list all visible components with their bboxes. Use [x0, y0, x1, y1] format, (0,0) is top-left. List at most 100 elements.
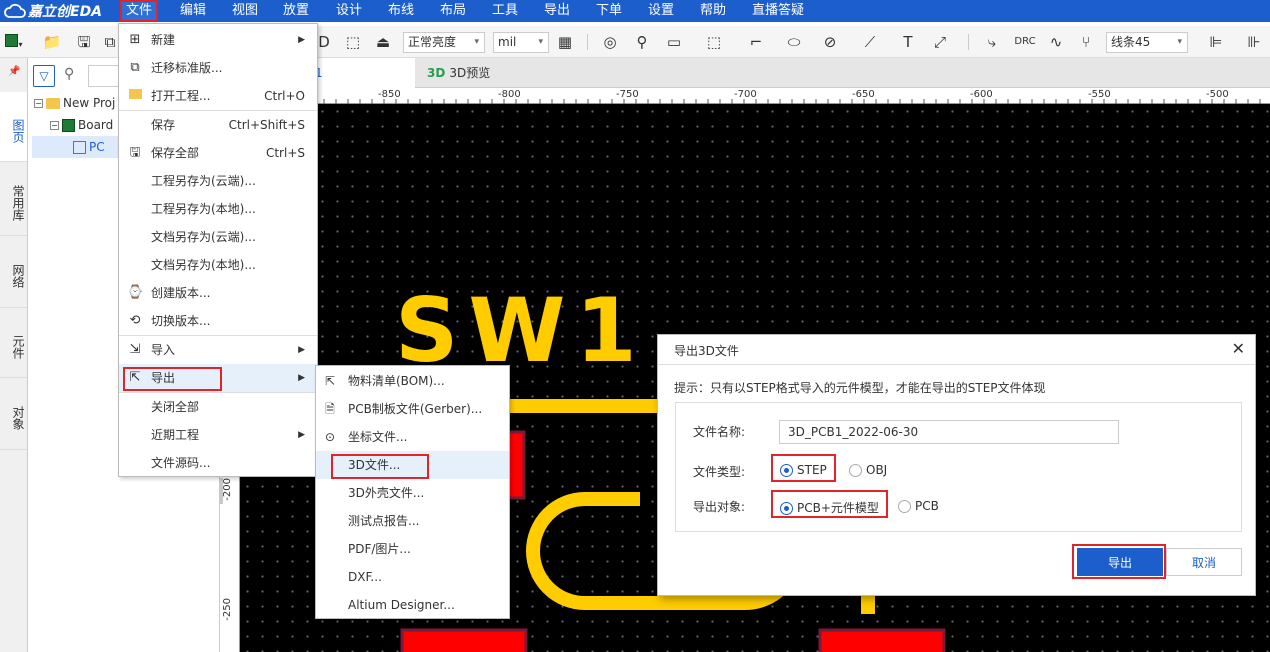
tab-components[interactable]: 元件 — [0, 308, 27, 378]
ruler-label: -800 — [498, 89, 521, 100]
export-item-test-point-report[interactable]: 测试点报告... — [316, 507, 509, 535]
tab-nets[interactable]: 网络 — [0, 236, 27, 308]
app-logo-text: 嘉立创EDA — [28, 4, 103, 20]
export-item-gerber[interactable]: 🗎 PCB制板文件(Gerber)... — [316, 395, 509, 423]
align-icon[interactable]: ⊫ — [1206, 32, 1226, 52]
menu-layout[interactable]: 布局 — [440, 0, 466, 22]
menu-item-doc-save-as-cloud[interactable]: 文档另存为(云端)... — [119, 223, 317, 251]
export-item-bom[interactable]: ⇱ 物料清单(BOM)... — [316, 367, 509, 395]
open-folder-icon[interactable]: 📁 — [42, 32, 62, 52]
menu-view[interactable]: 视图 — [232, 0, 258, 22]
folder-icon — [46, 98, 60, 109]
menu-item-save-all[interactable]: 🖫 保存全部 Ctrl+S — [119, 139, 317, 167]
text-tool-icon[interactable]: T — [898, 32, 918, 52]
grid-icon[interactable]: ▦ — [555, 32, 575, 52]
menu-settings[interactable]: 设置 — [648, 0, 674, 22]
tab-common-library[interactable]: 常用库 — [0, 162, 27, 236]
menu-item-migrate[interactable]: ⧉ 迁移标准版... — [119, 54, 317, 82]
gerber-file-icon: 🗎 — [325, 402, 335, 416]
menu-item-new[interactable]: ⊞ 新建 ▶ — [119, 26, 317, 54]
menu-item-project-save-as-cloud[interactable]: 工程另存为(云端)... — [119, 167, 317, 195]
save-icon[interactable]: 🖫 — [74, 32, 94, 52]
tree-item-pcb[interactable]: PC — [32, 136, 122, 158]
menu-item-label: 文档另存为(本地)... — [151, 258, 256, 272]
search-icon[interactable]: ⚲ — [64, 66, 74, 82]
version-create-icon: ⌚ — [127, 285, 144, 300]
menu-item-recent-projects[interactable]: 近期工程 ▶ — [119, 421, 317, 449]
filter-icon[interactable]: ▽ — [33, 65, 55, 87]
export-item-dxf[interactable]: DXF... — [316, 563, 509, 591]
menu-bar: 嘉立创EDA 文件 编辑 视图 放置 设计 布线 布局 工具 导出 下单 设置 … — [0, 0, 1270, 22]
rect-tool-icon[interactable]: ▭ — [664, 32, 684, 52]
fanout-icon[interactable]: ⑂ — [1076, 32, 1096, 52]
distribute-icon[interactable]: ⊪ — [1244, 32, 1264, 52]
menu-item-file-source[interactable]: 文件源码... — [119, 449, 317, 477]
tab-pages[interactable]: 图页 — [0, 92, 27, 162]
highlight-box — [771, 490, 888, 518]
menu-order[interactable]: 下单 — [596, 0, 622, 22]
via-icon[interactable]: ◎ — [600, 32, 620, 52]
menu-edit[interactable]: 编辑 — [180, 0, 206, 22]
tab-3d-preview[interactable]: 3D 3D预览 — [417, 58, 557, 88]
polyline-tool-icon[interactable]: ⌐ — [746, 32, 766, 52]
menu-item-import[interactable]: ⇲ 导入 ▶ — [119, 336, 317, 364]
dashed-rect-tool-icon[interactable]: ⬚ — [704, 32, 724, 52]
pin-place-icon[interactable]: ⚲ — [632, 32, 652, 52]
menu-help[interactable]: 帮助 — [700, 0, 726, 22]
menu-export[interactable]: 导出 — [544, 0, 570, 22]
dimension-tool-icon[interactable]: ⤢ — [930, 32, 950, 52]
menu-item-label: 物料清单(BOM)... — [348, 374, 445, 388]
menu-item-switch-version[interactable]: ⟲ 切换版本... — [119, 307, 317, 335]
export-item-altium[interactable]: Altium Designer... — [316, 591, 509, 619]
menu-item-label: 保存全部 — [151, 146, 200, 160]
layer-icon[interactable]: ⏏ — [373, 32, 393, 52]
tree-scrollbar[interactable] — [219, 478, 223, 504]
close-icon[interactable]: ✕ — [1232, 339, 1245, 358]
submenu-arrow-icon: ▶ — [298, 345, 305, 355]
drc-button[interactable]: DRC — [1012, 32, 1038, 52]
chevron-down-icon: ▾ — [474, 37, 479, 47]
menu-item-label: PCB制板文件(Gerber)... — [348, 402, 483, 416]
menu-item-open-project[interactable]: 打开工程... Ctrl+O — [119, 82, 317, 110]
menu-item-close-all[interactable]: 关闭全部 — [119, 393, 317, 421]
menu-route[interactable]: 布线 — [388, 0, 414, 22]
unit-select[interactable]: mil ▾ — [493, 32, 549, 53]
tree-item-board[interactable]: − Board — [50, 114, 113, 136]
brightness-value: 正常亮度 — [408, 35, 457, 49]
menu-place[interactable]: 放置 — [283, 0, 309, 22]
export-item-3d-shell[interactable]: 3D外壳文件... — [316, 479, 509, 507]
collapse-icon[interactable]: − — [50, 121, 59, 130]
tree-item-project[interactable]: − New Proj — [34, 92, 115, 114]
new-project-icon[interactable]: ▾ — [4, 32, 24, 52]
export-item-pick-place[interactable]: ⊙ 坐标文件... — [316, 423, 509, 451]
tab-objects[interactable]: 对象 — [0, 378, 27, 450]
menu-tools[interactable]: 工具 — [492, 0, 518, 22]
menu-item-label: 导入 — [151, 343, 176, 357]
menu-live-qa[interactable]: 直播答疑 — [752, 0, 804, 22]
menu-item-project-save-as-local[interactable]: 工程另存为(本地)... — [119, 195, 317, 223]
ellipse-tool-icon[interactable]: ⬭ — [784, 32, 804, 52]
save-all-icon[interactable]: ⧉ — [100, 32, 120, 52]
no-entry-tool-icon[interactable]: ⊘ — [820, 32, 840, 52]
menu-file[interactable]: 文件 — [120, 0, 159, 22]
target-radio-pcb[interactable]: PCB — [898, 499, 939, 513]
dialog-title: 导出3D文件 — [674, 344, 739, 358]
menu-item-create-version[interactable]: ⌚ 创建版本... — [119, 279, 317, 307]
route-mode-select[interactable]: 线条45 ▾ — [1106, 32, 1188, 53]
brightness-select[interactable]: 正常亮度 ▾ — [403, 32, 485, 53]
line-tool-icon[interactable]: ⟋ — [860, 32, 880, 52]
radio-label: PCB — [915, 499, 939, 513]
menu-item-doc-save-as-local[interactable]: 文档另存为(本地)... — [119, 251, 317, 279]
export-item-pdf-image[interactable]: PDF/图片... — [316, 535, 509, 563]
select-area-icon[interactable]: ⬚ — [343, 32, 363, 52]
menu-item-save[interactable]: 保存 Ctrl+Shift+S — [119, 111, 317, 139]
filename-input[interactable] — [779, 420, 1119, 444]
tree-item-board-label: Board — [78, 118, 114, 132]
pin-icon[interactable]: 📌 — [8, 66, 20, 77]
cancel-button[interactable]: 取消 — [1166, 548, 1242, 576]
route-icon[interactable]: ⤷ — [982, 32, 1002, 52]
filetype-radio-obj[interactable]: OBJ — [849, 463, 887, 477]
menu-design[interactable]: 设计 — [336, 0, 362, 22]
diff-route-icon[interactable]: ∿ — [1046, 32, 1066, 52]
collapse-icon[interactable]: − — [34, 99, 43, 108]
